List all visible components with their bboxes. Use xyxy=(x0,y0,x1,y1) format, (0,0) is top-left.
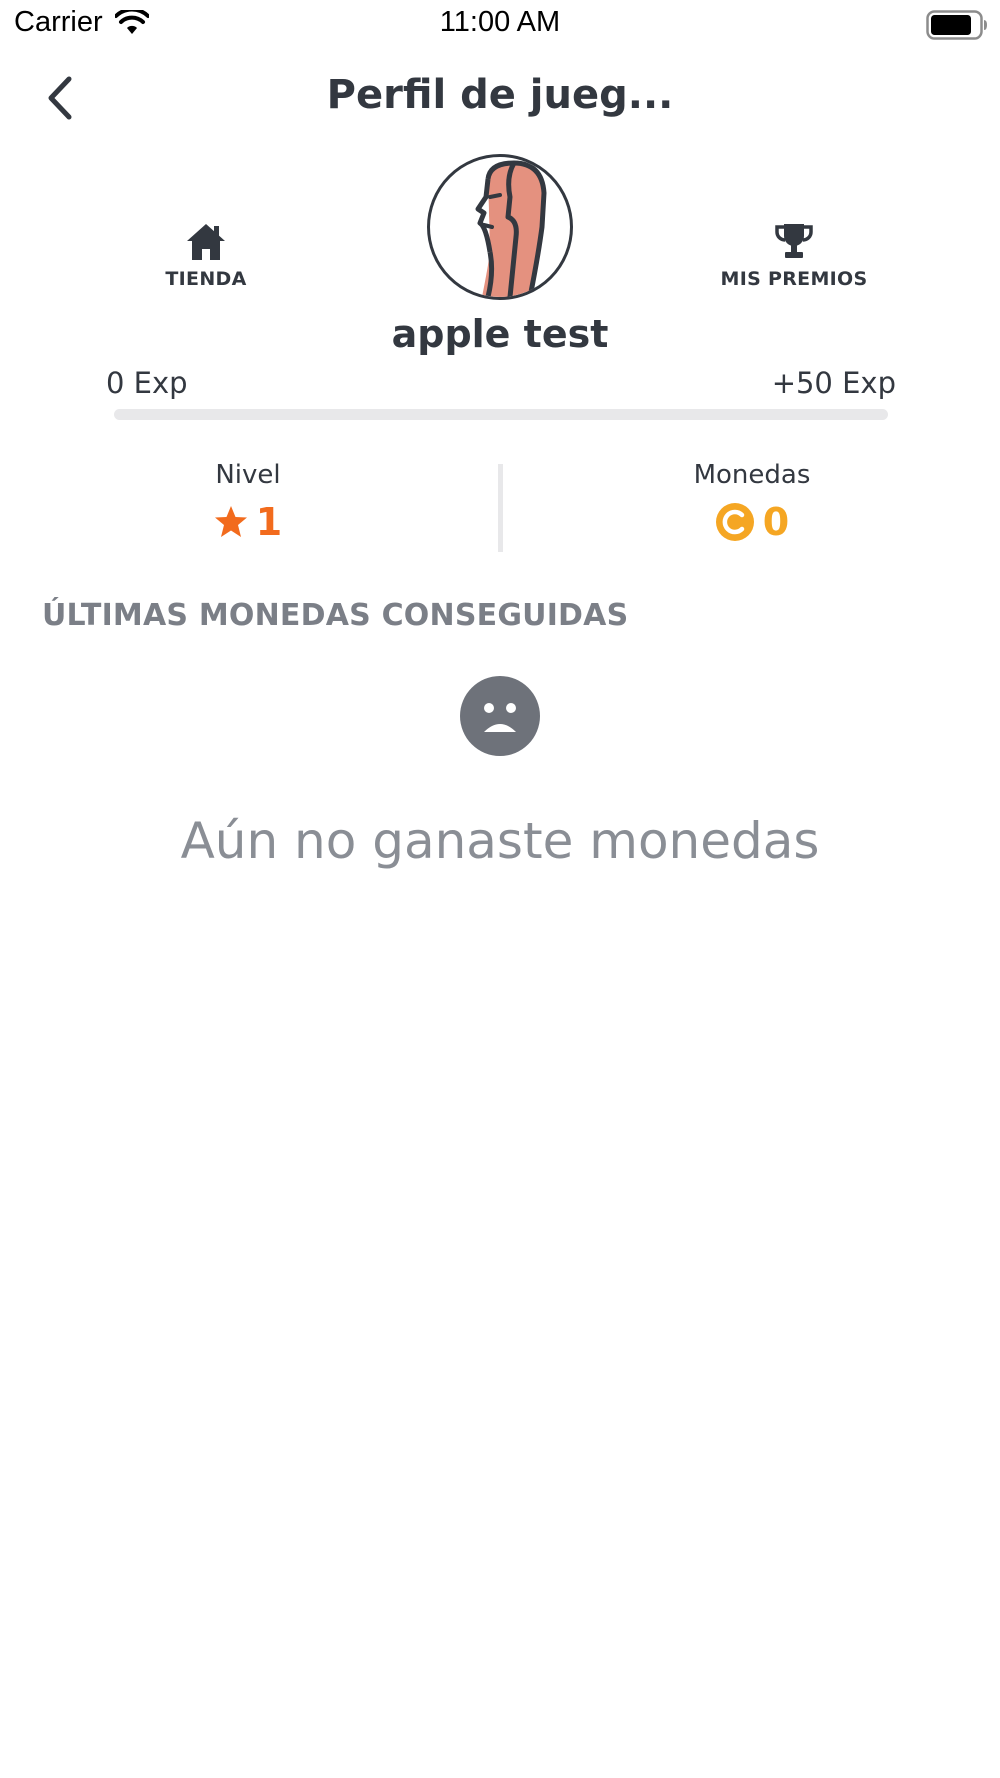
chevron-left-icon xyxy=(48,76,72,120)
store-button[interactable]: TIENDA xyxy=(106,222,306,290)
level-label: Nivel xyxy=(215,460,281,490)
battery-icon xyxy=(926,10,987,40)
my-prizes-label: MIS PREMIOS xyxy=(720,268,868,290)
exp-next: +50 Exp xyxy=(771,366,896,400)
coins-value: 0 xyxy=(762,500,790,544)
house-icon xyxy=(187,224,225,260)
back-button[interactable] xyxy=(34,66,86,130)
level-value-row: 1 xyxy=(214,500,282,544)
empty-state-message: Aún no ganaste monedas xyxy=(180,812,820,870)
status-time: 11:00 AM xyxy=(439,6,561,38)
page-title: Perfil de jueg... xyxy=(326,72,674,118)
username: apple test xyxy=(391,312,609,356)
coins-value-row: 0 xyxy=(715,500,789,544)
level-stat: Nivel 1 xyxy=(98,460,398,544)
avatar[interactable] xyxy=(427,154,573,300)
star-icon xyxy=(214,506,247,537)
avatar-face-icon xyxy=(475,160,547,297)
coin-icon xyxy=(715,503,754,541)
recent-coins-title: ÚLTIMAS MONEDAS CONSEGUIDAS xyxy=(42,598,629,633)
sad-face-icon xyxy=(460,676,540,756)
my-prizes-button[interactable]: MIS PREMIOS xyxy=(694,222,894,290)
coins-stat: Monedas 0 xyxy=(602,460,902,544)
coins-label: Monedas xyxy=(693,460,811,490)
exp-current: 0 Exp xyxy=(106,366,188,400)
store-label: TIENDA xyxy=(165,268,247,290)
trophy-icon xyxy=(775,224,813,258)
level-value: 1 xyxy=(255,500,283,544)
stats-divider xyxy=(498,464,503,552)
exp-progress-bar xyxy=(114,409,888,420)
